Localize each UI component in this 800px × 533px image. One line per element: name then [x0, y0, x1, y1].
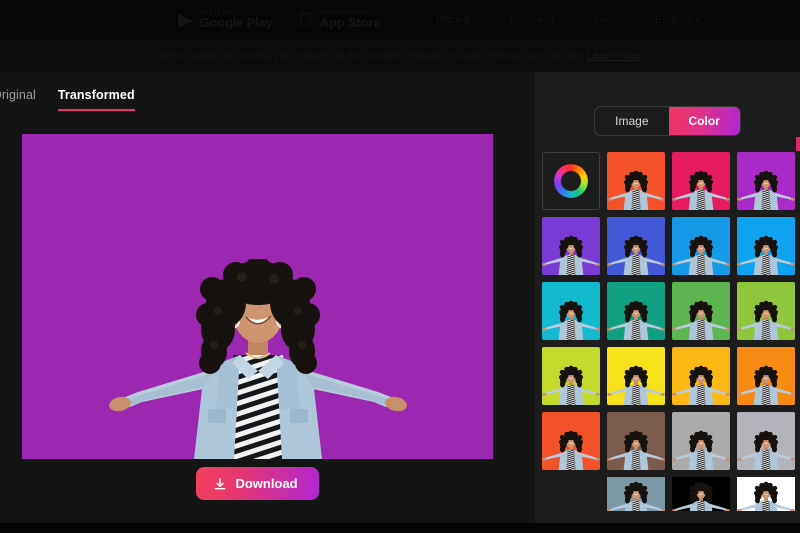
color-swatch[interactable]	[672, 412, 730, 470]
color-swatch[interactable]	[737, 152, 795, 210]
canvas-container	[22, 134, 493, 459]
color-swatch[interactable]	[607, 152, 665, 210]
view-tabs: Original Transformed	[0, 88, 135, 111]
download-button-label: Download	[235, 476, 298, 491]
color-wheel-icon	[554, 164, 588, 198]
nav-link-pricing[interactable]: Pricing	[436, 14, 470, 26]
color-swatch[interactable]	[672, 152, 730, 210]
download-icon	[215, 477, 226, 489]
color-swatch[interactable]	[737, 347, 795, 405]
store-badges: ▶ GET IT ON Google Play  Download on th…	[172, 8, 386, 32]
color-swatch[interactable]	[607, 282, 665, 340]
download-row: Download	[0, 467, 515, 500]
color-swatch[interactable]	[672, 477, 730, 511]
app-store-badge[interactable]:  Download on the App Store	[293, 8, 387, 32]
banner-link[interactable]: Learn more	[587, 50, 641, 62]
color-swatch[interactable]	[607, 412, 665, 470]
color-swatch[interactable]	[607, 477, 665, 511]
mode-toggle: Image Color	[535, 106, 800, 136]
nav-link-business[interactable]: Business	[510, 14, 555, 26]
bottom-swatch-row	[542, 477, 800, 511]
color-swatch[interactable]	[737, 412, 795, 470]
tab-transformed[interactable]: Transformed	[57, 88, 135, 111]
google-play-icon: ▶	[178, 9, 193, 31]
language-selector[interactable]: English ▾	[655, 14, 699, 26]
color-swatch-grid	[542, 152, 800, 470]
download-button[interactable]: Download	[196, 467, 319, 500]
color-swatch[interactable]	[542, 347, 600, 405]
language-label: English	[640, 14, 691, 26]
top-navigation-bar: ▶ GET IT ON Google Play  Download on th…	[0, 0, 800, 40]
color-panel: Image Color	[535, 72, 800, 533]
tab-original[interactable]: Original	[0, 88, 36, 111]
chevron-down-icon: ▾	[695, 16, 699, 24]
edge-accent-marker	[796, 137, 800, 151]
color-swatch[interactable]	[542, 412, 600, 470]
workspace: Original Transformed	[0, 72, 800, 533]
color-swatch[interactable]	[672, 217, 730, 275]
bottom-strip	[0, 523, 800, 533]
editor-pane: Original Transformed	[0, 72, 535, 523]
color-swatch[interactable]	[607, 347, 665, 405]
color-swatch[interactable]	[672, 347, 730, 405]
color-swatch[interactable]	[737, 477, 795, 511]
color-swatch[interactable]	[542, 282, 600, 340]
google-play-badge[interactable]: ▶ GET IT ON Google Play	[172, 8, 279, 32]
custom-color-picker[interactable]	[542, 152, 600, 210]
image-canvas[interactable]	[22, 134, 493, 459]
color-swatch[interactable]	[737, 282, 795, 340]
banner-message: We're unable to process your request at …	[159, 50, 583, 62]
app-store-label: App Store	[305, 15, 381, 31]
color-swatch[interactable]	[542, 217, 600, 275]
subject-figure	[22, 134, 493, 459]
apple-icon: 	[299, 11, 313, 30]
notification-banner: We're unable to process your request at …	[0, 40, 800, 72]
toggle-image-button[interactable]: Image	[595, 107, 668, 135]
woman-arms-outstretched-illustration	[108, 259, 407, 459]
nav-link-help[interactable]: Help	[594, 14, 617, 26]
color-swatch[interactable]	[737, 217, 795, 275]
color-swatch[interactable]	[607, 217, 665, 275]
toggle-color-button[interactable]: Color	[668, 107, 740, 135]
nav-links: Pricing Business Help	[436, 14, 617, 26]
color-swatch[interactable]	[672, 282, 730, 340]
google-play-label: Google Play	[199, 15, 273, 31]
